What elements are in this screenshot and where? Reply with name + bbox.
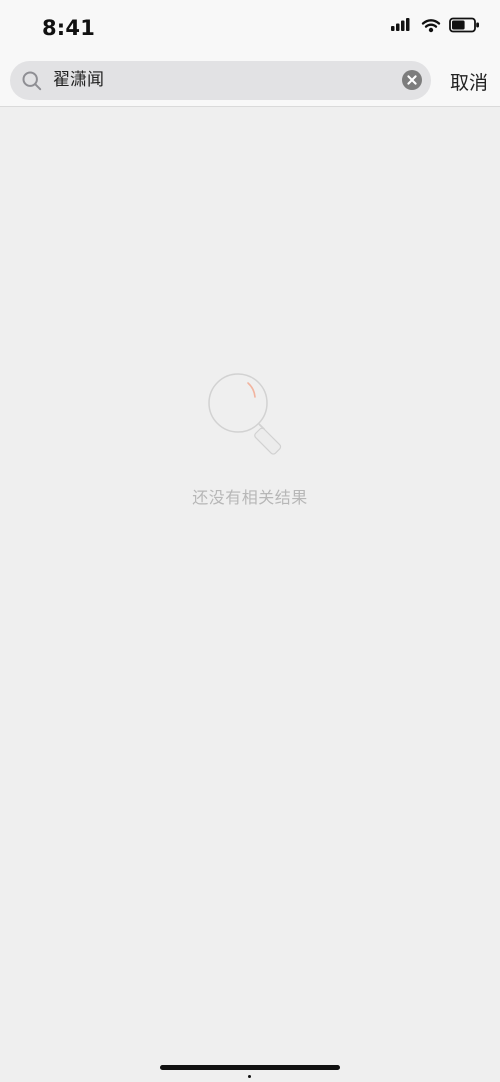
status-bar: 8:41 [0, 0, 500, 58]
empty-state: 还没有相关结果 [0, 370, 500, 508]
wifi-icon [421, 19, 441, 33]
search-box[interactable]: 翟潇闻 [10, 61, 431, 100]
home-indicator[interactable] [160, 1065, 340, 1070]
home-indicator-dot [248, 1075, 251, 1078]
battery-icon [449, 17, 479, 33]
empty-state-message: 还没有相关结果 [192, 488, 308, 507]
magnifier-illustration-icon [208, 373, 282, 455]
clear-icon[interactable] [402, 70, 422, 90]
search-header: 翟潇闻 取消 [0, 58, 500, 107]
status-time: 8:41 [42, 16, 96, 40]
search-input[interactable]: 翟潇闻 [53, 69, 104, 91]
signal-icon [391, 18, 410, 31]
status-icons [391, 17, 480, 33]
cancel-button[interactable]: 取消 [450, 68, 488, 95]
search-icon [22, 71, 42, 91]
